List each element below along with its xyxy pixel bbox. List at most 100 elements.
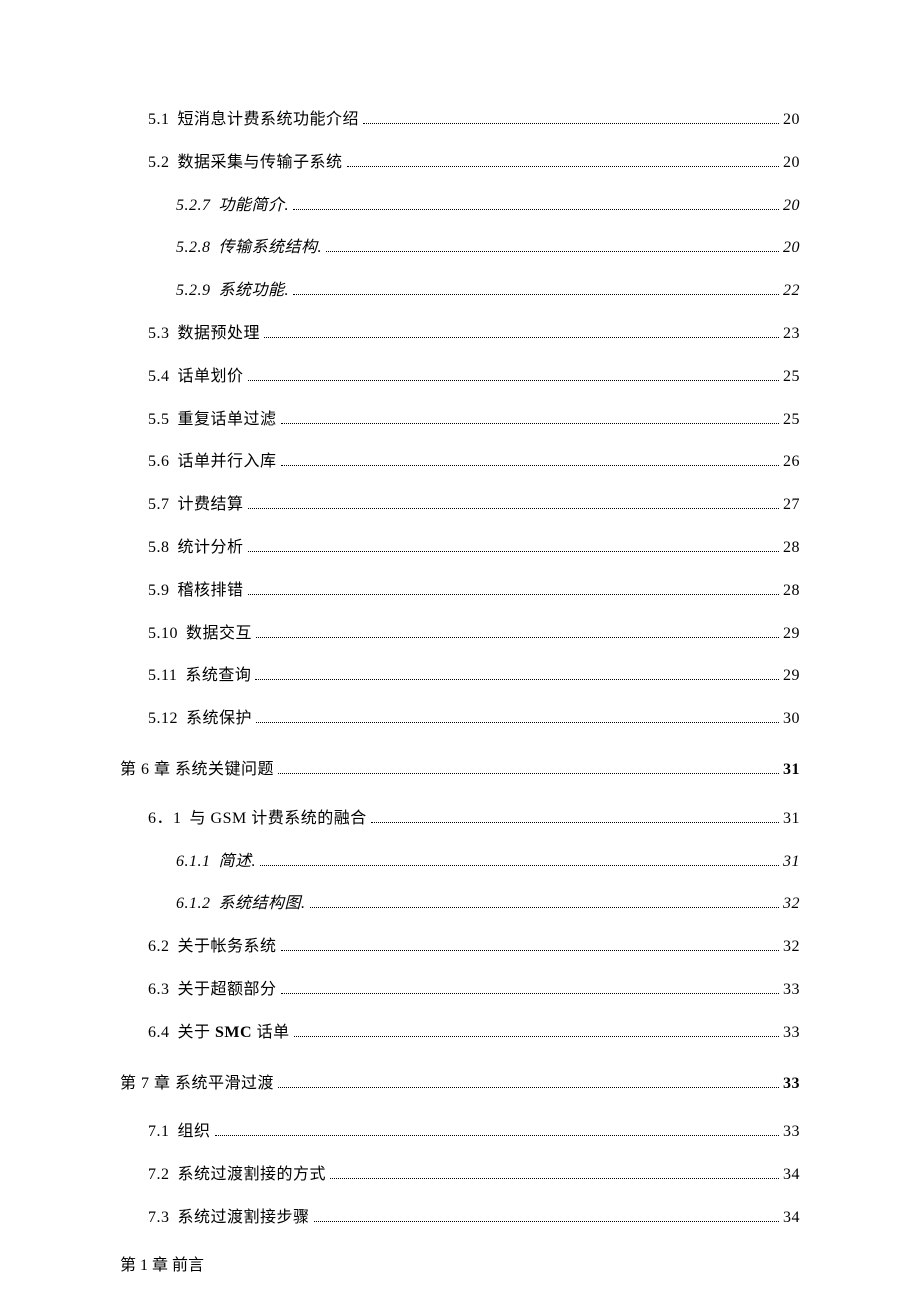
toc-leader: [281, 993, 779, 994]
toc-entry: 5.2.8传输系统结构.20: [176, 238, 800, 259]
toc-entry-title: 话单划价: [178, 367, 244, 388]
toc-leader: [310, 907, 779, 908]
toc-entry: 5.10 数据交互 29: [148, 624, 800, 645]
toc-entry-number: 6.4: [148, 1023, 170, 1044]
toc-entry: 5.5重复话单过滤25: [148, 410, 800, 431]
toc-entry: 5.2数据采集与传输子系统20: [148, 153, 800, 174]
toc-entry-number: 5.1: [148, 110, 170, 131]
toc-entry-page: 25: [783, 367, 800, 388]
toc-entry-title: 与 GSM 计费系统的融合: [190, 809, 367, 830]
toc-leader: [330, 1178, 779, 1179]
toc-leader: [281, 423, 779, 424]
toc-entry-number: 6．1: [148, 809, 182, 830]
toc-entry-number: 5.10: [148, 624, 178, 645]
toc-entry-page: 22: [783, 281, 800, 302]
toc-entry-page: 34: [783, 1165, 800, 1186]
toc-leader: [248, 551, 779, 552]
toc-leader: [248, 508, 779, 509]
toc-entry-title: 计费结算: [178, 495, 244, 516]
toc-entry-title: 第 6 章 系统关键问题: [120, 760, 274, 781]
toc-entry: 5.4话单划价25: [148, 367, 800, 388]
toc-entry-page: 28: [783, 581, 800, 602]
toc-entry: 5.11系统查询29: [148, 666, 800, 687]
toc-entry-number: 7.3: [148, 1208, 170, 1229]
toc-entry-page: 33: [783, 980, 800, 1001]
toc-entry-number: 5.6: [148, 452, 170, 473]
toc-entry-page: 20: [783, 238, 800, 259]
toc-leader: [256, 637, 779, 638]
toc-entry: 7.2 系统过渡割接的方式 34: [148, 1165, 800, 1186]
toc-entry-number: 5.8: [148, 538, 170, 559]
toc-entry-title: 关于超额部分: [178, 980, 277, 1001]
toc-entry-title: 统计分析: [178, 538, 244, 559]
toc-entry-page: 26: [783, 452, 800, 473]
toc-entry-title: 关于 SMC 话单: [178, 1023, 290, 1044]
toc-entry: 5.2.9 系统功能. 22: [176, 281, 800, 302]
toc-entry-page: 33: [783, 1122, 800, 1143]
toc-entry-number: 5.12: [148, 709, 178, 730]
toc-leader: [256, 722, 779, 723]
toc-entry: 5.2.7功能简介.20: [176, 196, 800, 217]
toc-entry-page: 30: [783, 709, 800, 730]
toc-entry-page: 33: [783, 1023, 800, 1044]
toc-entry-title: 功能简介.: [219, 196, 290, 217]
toc-entry: 6．1与 GSM 计费系统的融合31: [148, 809, 800, 830]
toc-entry-number: 5.2.9: [176, 281, 211, 302]
toc-entry-title: 组织: [178, 1122, 211, 1143]
toc-entry-title: 第 7 章 系统平滑过渡: [120, 1074, 274, 1095]
toc-entry-page: 31: [783, 852, 800, 873]
toc-entry-number: 7.2: [148, 1165, 170, 1186]
toc-leader: [260, 865, 779, 866]
toc-entry: 5.3 数据预处理 23: [148, 324, 800, 345]
toc-leader: [248, 380, 779, 381]
toc-entry-title: 数据采集与传输子系统: [178, 153, 343, 174]
toc-leader: [347, 166, 779, 167]
toc-leader: [294, 1036, 779, 1037]
toc-entry-page: 20: [783, 153, 800, 174]
toc-leader: [215, 1135, 779, 1136]
toc-entry-page: 29: [783, 666, 800, 687]
toc-entry-page: 23: [783, 324, 800, 345]
toc-entry-page: 28: [783, 538, 800, 559]
toc-entry-title: 数据预处理: [178, 324, 261, 345]
toc-entry-page: 33: [783, 1074, 800, 1095]
toc-entry: 6.4 关于 SMC 话单 33: [148, 1023, 800, 1044]
toc-entry-number: 5.3: [148, 324, 170, 345]
toc-entry-number: 5.7: [148, 495, 170, 516]
toc-entry-number: 6.1.2: [176, 894, 211, 915]
toc-entry-page: 20: [783, 196, 800, 217]
toc-entry-page: 20: [783, 110, 800, 131]
toc-entry-page: 29: [783, 624, 800, 645]
toc-leader: [278, 773, 779, 774]
toc-entry-title: 系统功能.: [219, 281, 290, 302]
toc-entry-number: 5.5: [148, 410, 170, 431]
toc-leader: [293, 209, 779, 210]
toc-entry: 第 6 章 系统关键问题 31: [120, 760, 800, 781]
toc-entry: 5.7 计费结算 27: [148, 495, 800, 516]
toc-entry-title: 短消息计费系统功能介绍: [178, 110, 360, 131]
toc-leader: [281, 950, 779, 951]
table-of-contents: 5.1短消息计费系统功能介绍205.2数据采集与传输子系统205.2.7功能简介…: [120, 110, 800, 1229]
toc-entry: 5.12 系统保护 30: [148, 709, 800, 730]
toc-entry-number: 6.2: [148, 937, 170, 958]
toc-entry-title: 系统结构图.: [219, 894, 306, 915]
toc-entry-title: 数据交互: [186, 624, 252, 645]
toc-entry-page: 25: [783, 410, 800, 431]
toc-entry-page: 32: [783, 894, 800, 915]
toc-leader: [371, 822, 779, 823]
toc-entry-number: 7.1: [148, 1122, 170, 1143]
toc-leader: [248, 594, 779, 595]
toc-leader: [264, 337, 779, 338]
toc-entry-title: 稽核排错: [178, 581, 244, 602]
toc-entry: 6.3关于超额部分33: [148, 980, 800, 1001]
toc-entry-page: 27: [783, 495, 800, 516]
toc-entry-page: 31: [783, 760, 800, 781]
chapter-heading: 第 1 章 前言: [120, 1251, 800, 1275]
toc-entry-title: 系统过渡割接的方式: [178, 1165, 327, 1186]
toc-entry-title: 系统保护: [186, 709, 252, 730]
toc-entry: 5.1 短消息计费系统功能介绍 20: [148, 110, 800, 131]
document-page: 5.1短消息计费系统功能介绍205.2数据采集与传输子系统205.2.7功能简介…: [0, 0, 920, 1301]
toc-entry-title: 系统查询: [185, 666, 251, 687]
toc-entry: 5.8 统计分析 28: [148, 538, 800, 559]
toc-leader: [314, 1221, 779, 1222]
